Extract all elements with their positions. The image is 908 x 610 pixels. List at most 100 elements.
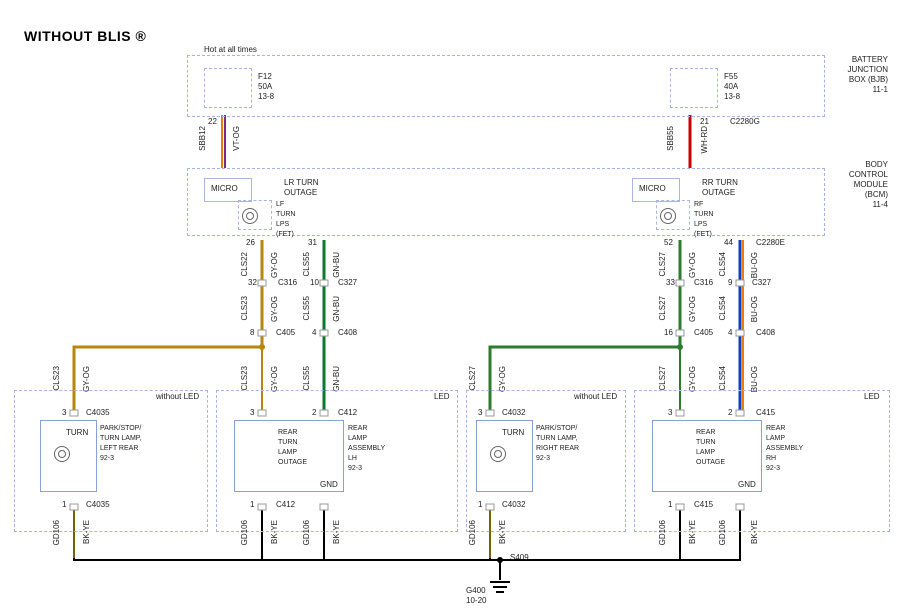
g400-ref: 10-20 (466, 596, 486, 606)
conn-c405-r: C405 (694, 328, 713, 338)
lf-fet-label: LFTURNLPS(FET) (276, 200, 295, 240)
wire-gd106-a: GD106 (52, 520, 62, 545)
conn-c412b: C412 (276, 500, 295, 510)
rear-outage-lh-label: REARTURNLAMPOUTAGE (278, 428, 307, 468)
turn-right-label: TURN (502, 428, 524, 438)
conn-c408-l: C408 (338, 328, 357, 338)
label-hot: Hot at all times (204, 45, 257, 55)
wire-cls54c: CLS54 (718, 366, 728, 390)
lr-turn-outage: LR TURNOUTAGE (284, 178, 319, 198)
label-led-right: LED (864, 392, 880, 402)
ps-right: PARK/STOP/TURN LAMP,RIGHT REAR92-3 (536, 424, 579, 464)
conn-c4035: C4035 (86, 408, 110, 418)
pin-c4035-3: 3 (62, 408, 66, 418)
conn-c408-r: C408 (756, 328, 775, 338)
conn-c316-l: C316 (278, 278, 297, 288)
label-noled-left: without LED (156, 392, 199, 402)
wire-vtog: VT-OG (232, 126, 242, 151)
lamp-icon-lf (242, 208, 258, 224)
wire-bkye-e: BK-YE (688, 520, 698, 544)
lamp-icon-right (490, 446, 506, 462)
wire-gnbu-b: GN-BU (332, 296, 342, 322)
pin-c4032-3: 3 (478, 408, 482, 418)
conn-c415b: C415 (694, 500, 713, 510)
conn-c4032b: C4032 (502, 500, 526, 510)
pin-44: 44 (724, 238, 733, 248)
conn-c316-r: C316 (694, 278, 713, 288)
rear-outage-rh-label: REARTURNLAMPOUTAGE (696, 428, 725, 468)
wire-gd106-b: GD106 (240, 520, 250, 545)
conn-c4035b: C4035 (86, 500, 110, 510)
g400: G400 (466, 586, 486, 596)
bjb-name: BATTERYJUNCTIONBOX (BJB)11-1 (848, 55, 888, 95)
wire-cls23-a: CLS23 (240, 296, 250, 320)
wire-bkye-a: BK-YE (82, 520, 92, 544)
wire-cls23c: CLS23 (240, 366, 250, 390)
wire-sbb12: SBB12 (198, 126, 208, 151)
rr-turn-outage: RR TURNOUTAGE (702, 178, 738, 198)
wire-gd106-f: GD106 (718, 520, 728, 545)
conn-c4032: C4032 (502, 408, 526, 418)
wire-gyog-a: GY-OG (270, 252, 280, 278)
pin-16: 16 (664, 328, 673, 338)
wire-gyog-d: GY-OG (688, 296, 698, 322)
pin-8: 8 (250, 328, 254, 338)
ps-left: PARK/STOP/TURN LAMP,LEFT REAR92-3 (100, 424, 142, 464)
wire-cls27a: CLS27 (658, 252, 668, 276)
conn-c2280e: C2280E (756, 238, 785, 248)
conn-c327-l: C327 (338, 278, 357, 288)
wire-cls27d: CLS27 (658, 366, 668, 390)
pin-31: 31 (308, 238, 317, 248)
wire-gd106-d: GD106 (468, 520, 478, 545)
conn-c2280g: C2280G (730, 117, 760, 127)
rf-fet-label: RFTURNLPS(FET) (694, 200, 713, 240)
pin-c4032-1: 1 (478, 500, 482, 510)
wire-gyog-h: GY-OG (688, 366, 698, 392)
pin-c412-1: 1 (250, 500, 254, 510)
pin-22: 22 (208, 117, 217, 127)
wire-cls27c: CLS27 (468, 366, 478, 390)
pin-c412-2: 2 (312, 408, 316, 418)
wire-cls55c: CLS55 (302, 366, 312, 390)
wire-gnbu-c: GN-BU (332, 366, 342, 392)
pin-4a: 4 (312, 328, 316, 338)
conn-c415: C415 (756, 408, 775, 418)
pin-c412-3: 3 (250, 408, 254, 418)
pin-9: 9 (728, 278, 732, 288)
lamp-icon-left (54, 446, 70, 462)
label-noled-right: without LED (574, 392, 617, 402)
pin-26: 26 (246, 238, 255, 248)
wire-gyog-c: GY-OG (270, 296, 280, 322)
wire-buog-a: BU-OG (750, 252, 760, 278)
wire-gyog-e: GY-OG (82, 366, 92, 392)
gnd-rh: GND (738, 480, 756, 490)
lamp-icon-rf (660, 208, 676, 224)
pin-c4035-1: 1 (62, 500, 66, 510)
pin-10: 10 (310, 278, 319, 288)
ground-icon (490, 580, 510, 601)
wire-bkye-f: BK-YE (750, 520, 760, 544)
f55-label: F5540A13-8 (724, 72, 740, 102)
rear-asm-rh: REARLAMPASSEMBLYRH92-3 (766, 424, 803, 474)
wire-bkye-d: BK-YE (498, 520, 508, 544)
wire-sbb55: SBB55 (666, 126, 676, 151)
wire-gyog-f: GY-OG (270, 366, 280, 392)
wire-buog-c: BU-OG (750, 366, 760, 392)
wire-gnbu-a: GN-BU (332, 252, 342, 278)
micro-right-label: MICRO (639, 184, 666, 194)
rear-asm-lh: REARLAMPASSEMBLYLH92-3 (348, 424, 385, 474)
wire-cls55b: CLS55 (302, 296, 312, 320)
f12-label: F1250A13-8 (258, 72, 274, 102)
micro-left-label: MICRO (211, 184, 238, 194)
fuse-f55 (670, 68, 718, 108)
wire-cls27b: CLS27 (658, 296, 668, 320)
wire-cls54a: CLS54 (718, 252, 728, 276)
gnd-lh: GND (320, 480, 338, 490)
pin-c415-1: 1 (668, 500, 672, 510)
pin-c415-2: 2 (728, 408, 732, 418)
wire-cls22a: CLS22 (240, 252, 250, 276)
wire-whrd: WH-RD (700, 126, 710, 154)
wire-cls54b: CLS54 (718, 296, 728, 320)
turn-left-label: TURN (66, 428, 88, 438)
conn-c327-r: C327 (752, 278, 771, 288)
